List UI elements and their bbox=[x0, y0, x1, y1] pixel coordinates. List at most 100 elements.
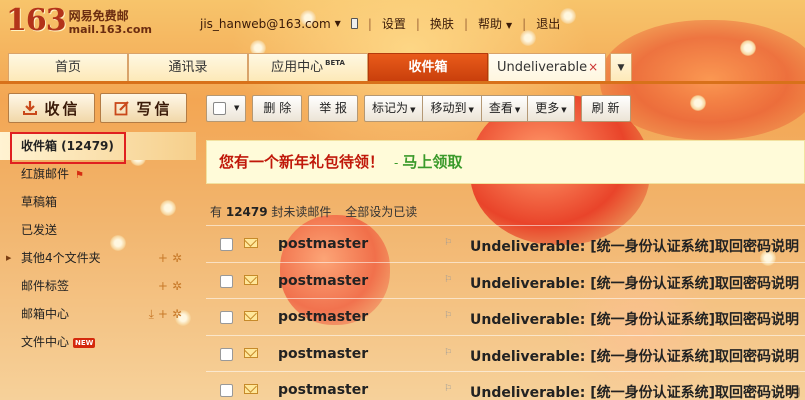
chevron-down-icon[interactable]: ▼ bbox=[335, 19, 341, 28]
expand-arrow-icon[interactable]: ▶ bbox=[6, 244, 11, 272]
mail-toolbar: ▼ 删 除 举 报 标记为 ▼ 移动到 ▼ 查看 ▼ 更多 ▼ 刷 新 bbox=[206, 95, 637, 123]
close-icon[interactable]: × bbox=[588, 60, 598, 74]
report-button[interactable]: 举 报 bbox=[308, 95, 359, 122]
skin-link[interactable]: 换肤 bbox=[430, 15, 454, 32]
mail-subject[interactable]: Undeliverable: [统一身份认证系统]取回密码说明: bbox=[470, 273, 800, 293]
help-link[interactable]: 帮助 ▼ bbox=[478, 15, 512, 32]
unread-summary: 有 12479 封未读邮件 全部设为已读 bbox=[210, 203, 417, 220]
add-icon[interactable]: + bbox=[158, 307, 172, 321]
sidebar-item-file-center[interactable]: 文件中心 NEW bbox=[0, 328, 196, 356]
envelope-icon bbox=[244, 311, 258, 321]
mark-as-label: 标记为 bbox=[372, 101, 409, 115]
table-row[interactable]: postmaster ⚐ Undeliverable: [统一身份认证系统]取回… bbox=[206, 334, 805, 372]
receive-mail-button[interactable]: 收信 bbox=[8, 93, 95, 123]
red-flag-icon: ⚑ bbox=[75, 170, 84, 181]
top-links: jis_hanweb@163.com ▼ | 设置 | 换肤 | 帮助 ▼ | 退… bbox=[200, 15, 561, 32]
chevron-down-icon: ▼ bbox=[514, 106, 521, 114]
tab-app-center[interactable]: 应用中心 BETA bbox=[248, 53, 368, 81]
mark-as-dropdown[interactable]: 标记为 ▼ bbox=[364, 95, 424, 122]
refresh-button[interactable]: 刷 新 bbox=[580, 95, 631, 122]
sidebar-item-label: 文件中心 bbox=[21, 335, 70, 349]
chevron-down-icon: ▼ bbox=[506, 21, 513, 30]
tab-app-center-label: 应用中心 bbox=[271, 60, 324, 75]
promo-banner: 您有一个新年礼包待领！ - 马上领取 bbox=[206, 140, 805, 184]
sidebar-item-mail-tags[interactable]: 邮件标签 +✲ bbox=[0, 272, 196, 300]
promo-dash: - bbox=[394, 156, 399, 170]
sidebar-item-label: 红旗邮件 bbox=[21, 167, 70, 181]
table-row[interactable]: postmaster ⚐ Undeliverable: [统一身份认证系统]取回… bbox=[206, 225, 805, 262]
select-all-checkbox[interactable] bbox=[213, 102, 226, 115]
flag-icon[interactable]: ⚐ bbox=[444, 384, 452, 394]
folder-list: 收件箱 (12479) 红旗邮件 ⚑ 草稿箱 已发送 ▶ 其他4个文件夹 +✲ 邮… bbox=[0, 132, 196, 356]
tab-more-dropdown[interactable]: ▼ bbox=[610, 53, 632, 81]
mail-sender[interactable]: postmaster bbox=[278, 382, 368, 398]
mail-sender[interactable]: postmaster bbox=[278, 346, 368, 362]
table-row[interactable]: postmaster ⚐ Undeliverable: [统一身份认证系统]取回… bbox=[206, 298, 805, 335]
settings-link[interactable]: 设置 bbox=[382, 15, 406, 32]
row-checkbox[interactable] bbox=[220, 347, 233, 361]
logout-link[interactable]: 退出 bbox=[536, 15, 560, 32]
move-to-dropdown[interactable]: 移动到 ▼ bbox=[423, 95, 482, 122]
row-checkbox[interactable] bbox=[220, 274, 233, 288]
sidebar-item-label: 草稿箱 bbox=[21, 195, 58, 209]
tab-undeliverable[interactable]: Undeliverable× bbox=[488, 53, 606, 81]
add-icon[interactable]: + bbox=[158, 279, 172, 293]
tab-inbox[interactable]: 收件箱 bbox=[368, 53, 488, 81]
sidebar-item-inbox[interactable]: 收件箱 (12479) bbox=[0, 132, 196, 164]
sidebar-item-label: 邮箱中心 bbox=[21, 307, 70, 321]
mark-all-read-link[interactable]: 全部设为已读 bbox=[345, 205, 417, 219]
sidebar-item-mail-center[interactable]: 邮箱中心 ⤓+✲ bbox=[0, 300, 196, 328]
mail-sender[interactable]: postmaster bbox=[278, 236, 368, 252]
tab-home[interactable]: 首页 bbox=[8, 53, 128, 81]
view-dropdown[interactable]: 查看 ▼ bbox=[481, 95, 529, 122]
row-checkbox[interactable] bbox=[220, 384, 233, 397]
sidebar-item-other-folders[interactable]: ▶ 其他4个文件夹 +✲ bbox=[0, 244, 196, 272]
flag-icon[interactable]: ⚐ bbox=[444, 238, 452, 248]
row-checkbox[interactable] bbox=[220, 311, 233, 324]
gear-icon[interactable]: ✲ bbox=[172, 307, 186, 321]
delete-button[interactable]: 删 除 bbox=[252, 95, 303, 122]
user-account-menu[interactable]: jis_hanweb@163.com bbox=[200, 17, 331, 31]
add-icon[interactable]: + bbox=[158, 251, 172, 265]
gear-icon[interactable]: ✲ bbox=[172, 251, 186, 265]
write-mail-button[interactable]: 写信 bbox=[100, 93, 187, 123]
watermark-text: bg bbox=[784, 384, 801, 399]
tab-contacts[interactable]: 通讯录 bbox=[128, 53, 248, 81]
promo-claim-link[interactable]: 马上领取 bbox=[402, 153, 462, 171]
write-mail-label: 写信 bbox=[136, 99, 173, 118]
chevron-down-icon: ▼ bbox=[410, 106, 416, 114]
envelope-icon bbox=[244, 347, 258, 358]
more-dropdown[interactable]: 更多 ▼ bbox=[528, 95, 575, 122]
mail-subject[interactable]: Undeliverable: [统一身份认证系统]取回密码说明: bbox=[470, 382, 800, 400]
chevron-down-icon: ▼ bbox=[561, 106, 567, 114]
flag-icon[interactable]: ⚐ bbox=[444, 348, 452, 358]
mobile-phone-icon[interactable] bbox=[350, 18, 358, 29]
mail-subject[interactable]: Undeliverable: [统一身份认证系统]取回密码说明: bbox=[470, 236, 800, 256]
logo[interactable]: 163 网易免费邮 mail.163.com bbox=[6, 6, 152, 37]
mail-sender[interactable]: postmaster bbox=[278, 273, 368, 289]
table-row[interactable]: postmaster ⚐ Undeliverable: [统一身份认证系统]取回… bbox=[206, 261, 805, 299]
table-row[interactable]: postmaster ⚐ Undeliverable: [统一身份认证系统]取回… bbox=[206, 371, 805, 400]
view-label: 查看 bbox=[488, 101, 513, 115]
beta-badge: BETA bbox=[325, 59, 345, 67]
header: 163 网易免费邮 mail.163.com jis_hanweb@163.co… bbox=[0, 0, 805, 52]
more-label: 更多 bbox=[535, 101, 560, 115]
sidebar-item-sent[interactable]: 已发送 bbox=[0, 216, 196, 244]
sidebar-item-label: 已发送 bbox=[21, 223, 58, 237]
tab-bar: 首页 通讯录 应用中心 BETA 收件箱 Undeliverable× ▼ bbox=[0, 50, 805, 84]
tab-undeliverable-label: Undeliverable bbox=[497, 60, 588, 75]
chevron-down-icon: ▼ bbox=[617, 63, 625, 73]
sidebar-item-drafts[interactable]: 草稿箱 bbox=[0, 188, 196, 216]
sidebar-item-flagged[interactable]: 红旗邮件 ⚑ bbox=[0, 160, 196, 188]
mail-sender[interactable]: postmaster bbox=[278, 309, 368, 325]
download-icon[interactable]: ⤓ bbox=[149, 307, 158, 321]
gear-icon[interactable]: ✲ bbox=[172, 279, 186, 293]
select-all-dropdown[interactable]: ▼ bbox=[206, 95, 247, 122]
flag-icon[interactable]: ⚐ bbox=[444, 275, 452, 285]
row-checkbox[interactable] bbox=[220, 238, 233, 251]
mail-subject[interactable]: Undeliverable: [统一身份认证系统]取回密码说明: bbox=[470, 309, 800, 329]
flag-icon[interactable]: ⚐ bbox=[444, 311, 452, 321]
sidebar-item-label: 其他4个文件夹 bbox=[21, 251, 101, 265]
envelope-icon bbox=[244, 274, 258, 285]
mail-subject[interactable]: Undeliverable: [统一身份认证系统]取回密码说明: bbox=[470, 346, 800, 366]
